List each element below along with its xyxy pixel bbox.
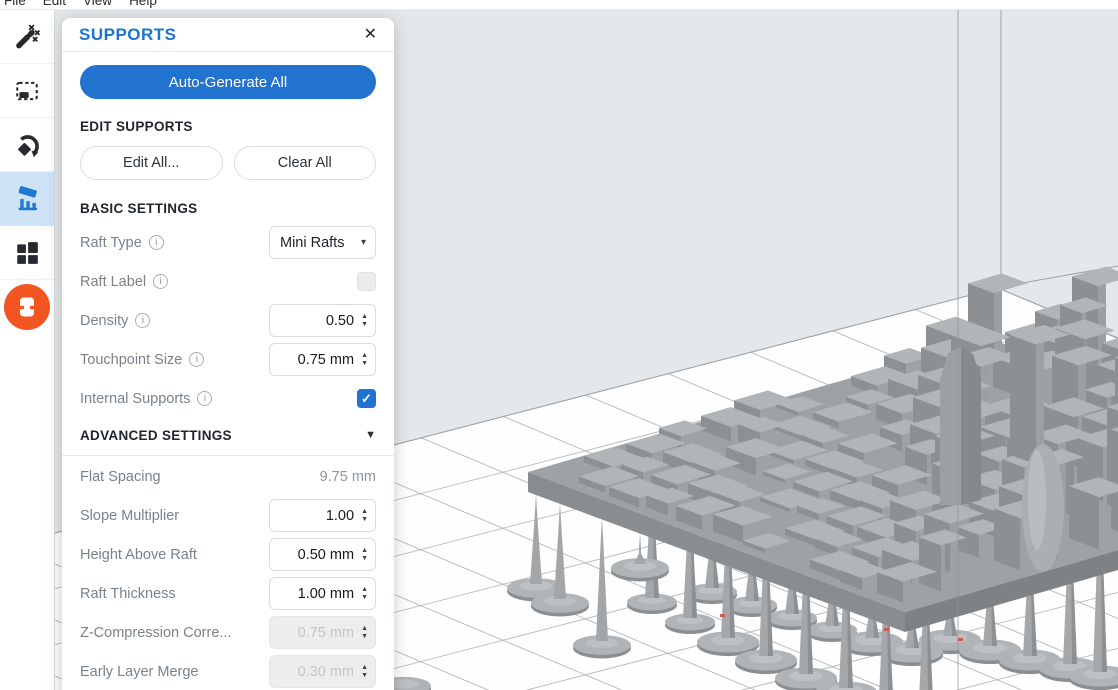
spin-down-icon[interactable]: ▼ <box>361 321 368 328</box>
menu-view[interactable]: View <box>83 0 112 8</box>
toolbar-sidebar <box>0 10 55 690</box>
supports-panel-header: SUPPORTS ✕ <box>62 18 394 52</box>
z-compression-row: Z-Compression Corre... 0.75 mm ▲ ▼ <box>80 616 376 649</box>
spin-down-icon[interactable]: ▼ <box>361 360 368 367</box>
early-layer-merge-label: Early Layer Merge <box>80 663 199 680</box>
panel-title: SUPPORTS <box>79 24 177 44</box>
tool-layout[interactable] <box>0 226 54 280</box>
touchpoint-size-value: 0.75 mm <box>297 351 355 368</box>
spin-down-icon[interactable]: ▼ <box>361 555 368 562</box>
info-icon[interactable]: i <box>189 352 205 367</box>
section-divider <box>62 455 394 456</box>
spin-down-icon: ▼ <box>361 672 368 679</box>
raft-type-value: Mini Rafts <box>280 234 345 251</box>
tool-size[interactable] <box>0 64 54 118</box>
menu-help[interactable]: Help <box>129 0 157 8</box>
z-compression-label: Z-Compression Corre... <box>80 624 232 641</box>
spin-up-icon[interactable]: ▲ <box>361 313 368 320</box>
touchpoint-size-label: Touchpoint Size <box>80 351 183 368</box>
clear-all-button[interactable]: Clear All <box>233 146 376 180</box>
edit-supports-heading: EDIT SUPPORTS <box>80 119 193 134</box>
close-icon[interactable]: ✕ <box>364 26 377 43</box>
info-icon[interactable]: i <box>197 391 213 406</box>
rotate-icon <box>17 135 39 158</box>
layout-grid-icon <box>17 241 38 264</box>
supports-panel: SUPPORTS ✕ Auto-Generate All EDIT SUPPOR… <box>62 18 394 690</box>
info-icon[interactable]: i <box>148 235 164 250</box>
spin-up-icon: ▲ <box>361 664 368 671</box>
internal-supports-checkbox[interactable]: ✓ <box>357 389 376 408</box>
raft-label-label: Raft Label <box>80 273 147 290</box>
z-compression-spinner: 0.75 mm ▲ ▼ <box>269 616 376 649</box>
raft-type-dropdown[interactable]: Mini Rafts ▾ <box>269 226 376 259</box>
advanced-settings-heading: ADVANCED SETTINGS <box>80 427 232 443</box>
tool-orientation[interactable] <box>0 118 54 172</box>
collapse-caret-icon: ▼ <box>365 429 376 441</box>
print-button[interactable] <box>4 284 50 330</box>
spin-down-icon[interactable]: ▼ <box>361 516 368 523</box>
raft-type-row: Raft Type i Mini Rafts ▾ <box>80 226 376 259</box>
spin-up-icon[interactable]: ▲ <box>361 586 368 593</box>
supports-icon <box>18 185 37 210</box>
app-window: File Edit View Help SUPPORTS ✕ Auto-Gene… <box>0 0 1118 690</box>
info-icon[interactable]: i <box>153 274 169 289</box>
edit-all-button[interactable]: Edit All... <box>80 146 223 180</box>
spin-down-icon[interactable]: ▼ <box>361 594 368 601</box>
density-label: Density <box>80 312 129 329</box>
auto-generate-all-button[interactable]: Auto-Generate All <box>80 65 376 99</box>
spin-up-icon: ▲ <box>361 625 368 632</box>
tool-one-click-print[interactable] <box>0 10 54 64</box>
height-above-raft-label: Height Above Raft <box>80 546 197 563</box>
early-layer-merge-spinner: 0.30 mm ▲ ▼ <box>269 655 376 688</box>
raft-label-row: Raft Label i <box>80 265 376 298</box>
slope-multiplier-label: Slope Multiplier <box>80 507 180 524</box>
slope-multiplier-spinner[interactable]: 1.00 ▲ ▼ <box>269 499 376 532</box>
info-icon[interactable]: i <box>135 313 151 328</box>
density-row: Density i 0.50 ▲ ▼ <box>80 304 376 337</box>
menu-file[interactable]: File <box>4 0 26 8</box>
menu-edit[interactable]: Edit <box>43 0 66 8</box>
slope-multiplier-row: Slope Multiplier 1.00 ▲ ▼ <box>80 499 376 532</box>
density-value: 0.50 <box>325 312 355 329</box>
spin-up-icon[interactable]: ▲ <box>361 508 368 515</box>
advanced-settings-toggle[interactable]: ADVANCED SETTINGS ▼ <box>80 423 376 447</box>
raft-label-checkbox[interactable] <box>357 272 376 291</box>
spin-up-icon[interactable]: ▲ <box>361 547 368 554</box>
touchpoint-size-spinner[interactable]: 0.75 mm ▲ ▼ <box>269 343 376 376</box>
internal-supports-label: Internal Supports <box>80 390 191 407</box>
tool-supports[interactable] <box>0 172 54 226</box>
flat-spacing-value: 9.75 mm <box>319 468 376 485</box>
density-spinner[interactable]: 0.50 ▲ ▼ <box>269 304 376 337</box>
spin-down-icon: ▼ <box>361 633 368 640</box>
height-above-raft-spinner[interactable]: 0.50 mm ▲ ▼ <box>269 538 376 571</box>
flat-spacing-label: Flat Spacing <box>80 468 161 485</box>
chevron-down-icon: ▾ <box>360 237 366 248</box>
spin-up-icon[interactable]: ▲ <box>361 352 368 359</box>
printer-icon <box>19 297 35 317</box>
raft-thickness-label: Raft Thickness <box>80 585 176 602</box>
raft-type-label: Raft Type <box>80 234 142 251</box>
touchpoint-size-row: Touchpoint Size i 0.75 mm ▲ ▼ <box>80 343 376 376</box>
menu-bar: File Edit View Help <box>0 0 1118 10</box>
magic-wand-icon <box>16 24 40 48</box>
basic-settings-heading: BASIC SETTINGS <box>80 201 198 216</box>
height-above-raft-row: Height Above Raft 0.50 mm ▲ ▼ <box>80 538 376 571</box>
internal-supports-row: Internal Supports i ✓ <box>80 382 376 415</box>
selection-box-icon <box>16 81 38 100</box>
raft-thickness-row: Raft Thickness 1.00 mm ▲ ▼ <box>80 577 376 610</box>
raft-thickness-spinner[interactable]: 1.00 mm ▲ ▼ <box>269 577 376 610</box>
tool-print[interactable] <box>0 280 54 334</box>
flat-spacing-row: Flat Spacing 9.75 mm <box>80 460 376 493</box>
early-layer-merge-row: Early Layer Merge 0.30 mm ▲ ▼ <box>80 655 376 688</box>
